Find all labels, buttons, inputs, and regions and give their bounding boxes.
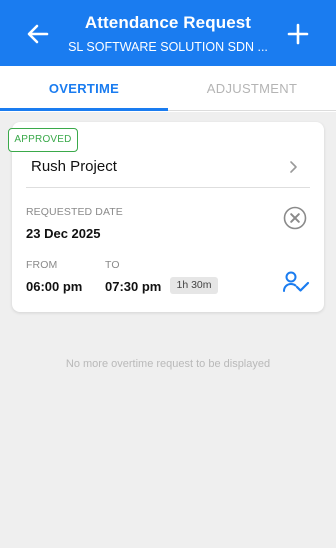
- active-tab-indicator: [0, 108, 168, 111]
- empty-list-message: No more overtime request to be displayed: [65, 358, 271, 370]
- requested-date-label: REQUESTED DATE: [26, 206, 123, 218]
- plus-icon[interactable]: [284, 20, 312, 48]
- tab-adjustment[interactable]: ADJUSTMENT: [168, 66, 336, 112]
- company-name: SL SOFTWARE SOLUTION SDN ...: [68, 40, 268, 54]
- duration-badge: 1h 30m: [170, 277, 218, 294]
- to-label: TO: [105, 259, 120, 271]
- from-label: FROM: [26, 259, 58, 271]
- chevron-right-icon[interactable]: [288, 158, 300, 176]
- tab-overtime[interactable]: OVERTIME: [0, 66, 168, 112]
- app-header: Attendance Request SL SOFTWARE SOLUTION …: [0, 0, 336, 66]
- tab-bar: OVERTIME ADJUSTMENT: [0, 66, 336, 112]
- to-time: 07:30 pm: [105, 279, 162, 294]
- requested-date-value: 23 Dec 2025: [26, 226, 101, 241]
- tab-divider: [168, 110, 336, 111]
- from-time: 06:00 pm: [26, 279, 83, 294]
- back-arrow-icon[interactable]: [24, 20, 52, 48]
- status-badge: APPROVED: [8, 128, 78, 152]
- cancel-circle-icon[interactable]: [283, 206, 307, 230]
- project-name[interactable]: Rush Project: [31, 158, 117, 175]
- page-title: Attendance Request: [84, 13, 252, 32]
- card-divider: [26, 187, 310, 188]
- person-check-icon[interactable]: [282, 270, 310, 294]
